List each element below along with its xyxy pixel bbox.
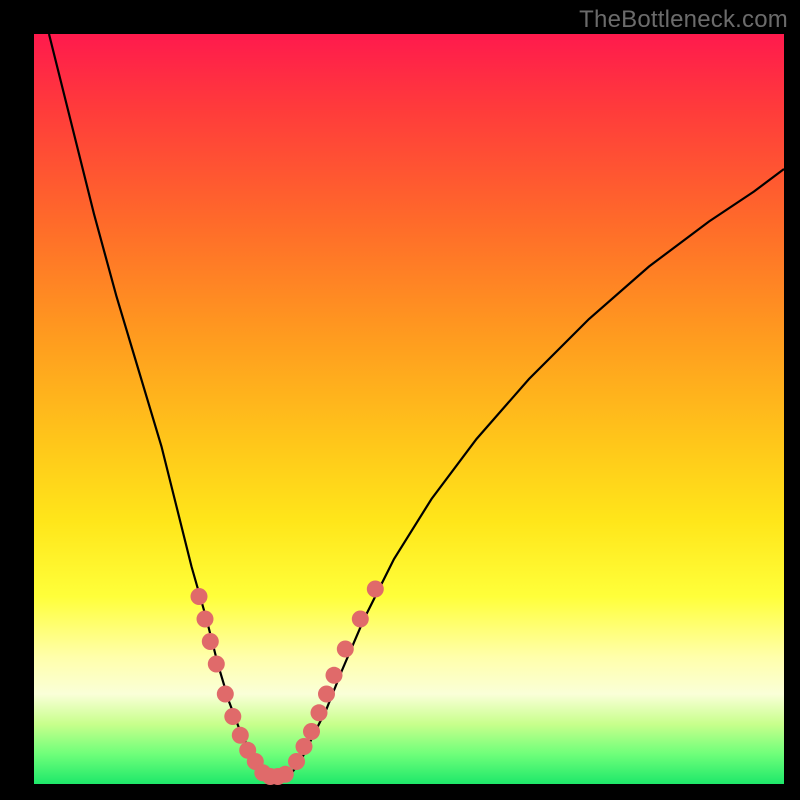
curve-right-branch: [289, 169, 784, 777]
chart-canvas: TheBottleneck.com: [0, 0, 800, 800]
watermark-text: TheBottleneck.com: [579, 6, 788, 34]
data-point: [311, 704, 328, 721]
data-points: [191, 581, 384, 786]
data-point: [202, 633, 219, 650]
data-point: [277, 766, 294, 783]
chart-overlay: [34, 34, 784, 784]
data-point: [303, 723, 320, 740]
data-point: [217, 686, 234, 703]
data-point: [326, 667, 343, 684]
data-point: [224, 708, 241, 725]
curve-left-branch: [49, 34, 267, 777]
data-point: [318, 686, 335, 703]
data-point: [232, 727, 249, 744]
data-point: [288, 753, 305, 770]
data-point: [197, 611, 214, 628]
data-point: [208, 656, 225, 673]
data-point: [337, 641, 354, 658]
data-point: [191, 588, 208, 605]
data-point: [367, 581, 384, 598]
data-point: [296, 738, 313, 755]
curve-group: [49, 34, 784, 778]
data-point: [352, 611, 369, 628]
